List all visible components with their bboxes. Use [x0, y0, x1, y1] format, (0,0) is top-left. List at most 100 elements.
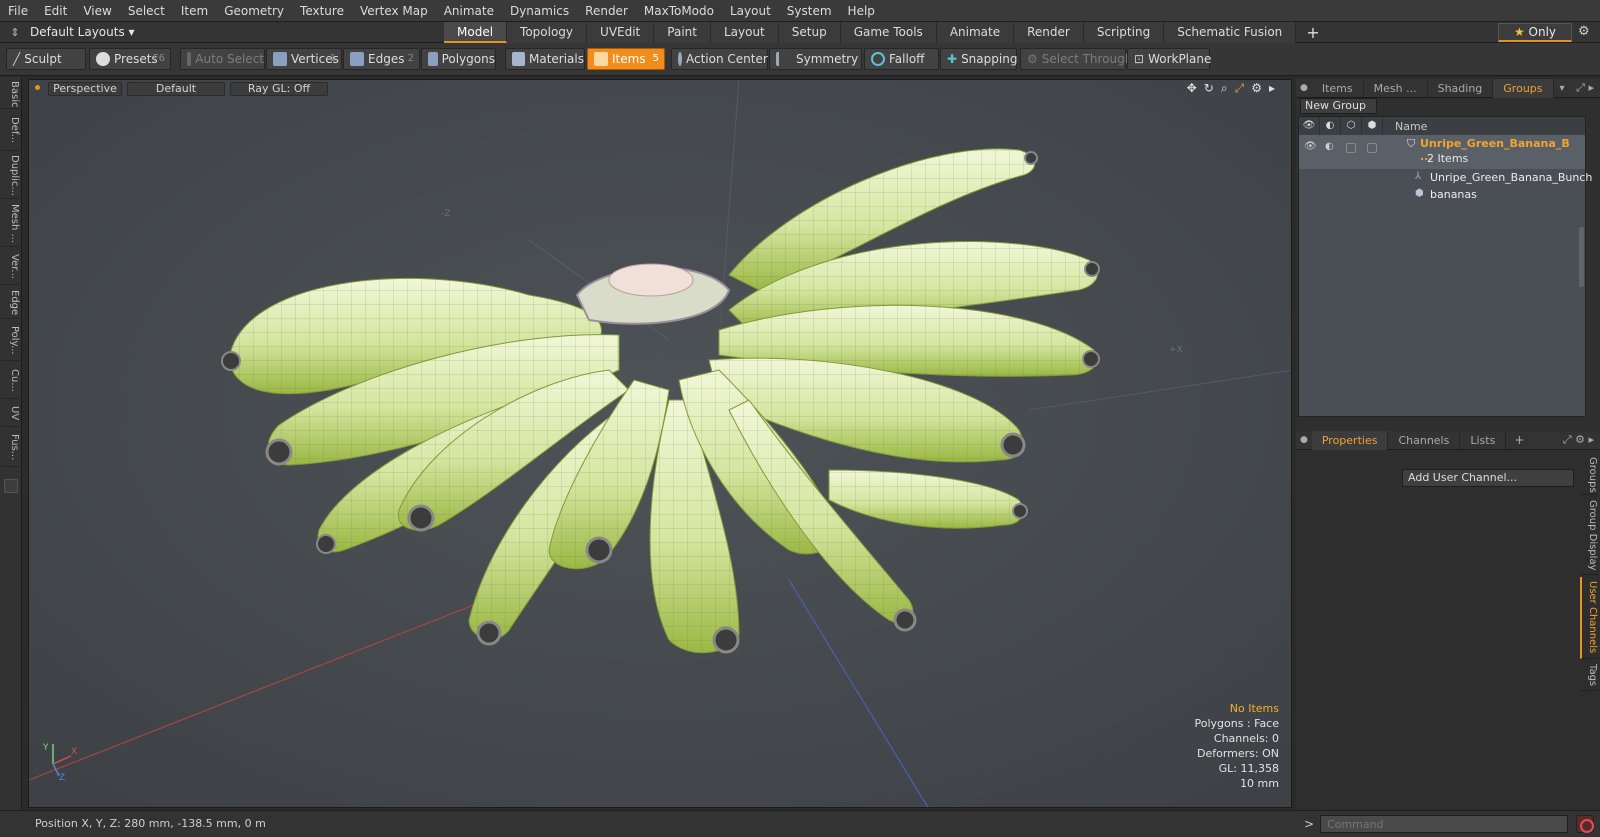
menu-system[interactable]: System: [779, 0, 840, 22]
menu-item[interactable]: Item: [173, 0, 216, 22]
menu-select[interactable]: Select: [120, 0, 173, 22]
left-tab-vertex[interactable]: Ver...: [2, 249, 20, 285]
lock-column-icon[interactable]: ⬡: [1341, 117, 1362, 135]
tab-properties[interactable]: Properties: [1311, 430, 1389, 450]
tab-channels[interactable]: Channels: [1388, 430, 1461, 450]
edges-button[interactable]: Edges 2: [343, 48, 420, 70]
tab-shading[interactable]: Shading: [1428, 78, 1494, 98]
side-tab-tags[interactable]: Tags: [1580, 661, 1598, 691]
command-input[interactable]: [1320, 815, 1568, 833]
workplane-button[interactable]: ⊡ WorkPlane: [1127, 48, 1211, 70]
tab-model[interactable]: Model: [444, 22, 508, 43]
presets-button[interactable]: Presets F6: [89, 48, 171, 70]
panel-menu-icon[interactable]: ●: [1296, 435, 1312, 445]
tab-scripting[interactable]: Scripting: [1083, 22, 1165, 43]
left-tab-polygon[interactable]: Poly...: [2, 321, 20, 361]
left-tab-basic[interactable]: Basic: [2, 81, 20, 109]
tab-game-tools[interactable]: Game Tools: [840, 22, 937, 43]
new-group-button[interactable]: New Group: [1300, 98, 1377, 114]
only-button[interactable]: ★ Only: [1498, 23, 1572, 42]
view-mode-dropdown[interactable]: Perspective: [48, 82, 122, 96]
shading-dropdown[interactable]: Default: [127, 82, 225, 96]
tab-paint[interactable]: Paint: [654, 22, 711, 43]
left-tab-fusion[interactable]: Fus...: [2, 429, 20, 467]
menu-dynamics[interactable]: Dynamics: [502, 0, 577, 22]
menu-vertex-map[interactable]: Vertex Map: [352, 0, 436, 22]
tab-animate[interactable]: Animate: [936, 22, 1015, 43]
select-checkbox[interactable]: [1367, 143, 1377, 153]
expand-panel-button[interactable]: [4, 479, 18, 493]
action-center-button[interactable]: Action Center: [671, 48, 768, 70]
group-row[interactable]: 👁 ◐ ⛉ Unripe_Green_Banana_B ... 2 Items: [1299, 135, 1585, 169]
tab-lists[interactable]: Lists: [1460, 430, 1507, 450]
panel-expand-icon[interactable]: ⤢ ⚙ ▸: [1563, 433, 1594, 447]
menu-help[interactable]: Help: [840, 0, 883, 22]
viewport-settings-icon[interactable]: ⚙: [1251, 81, 1262, 96]
menu-maxtomodo[interactable]: MaxToModo: [636, 0, 722, 22]
left-tab-edge[interactable]: Edge: [2, 287, 20, 319]
menu-file[interactable]: File: [0, 0, 36, 22]
side-tab-groups[interactable]: Groups: [1580, 455, 1598, 495]
tab-topology[interactable]: Topology: [507, 22, 588, 43]
viewport-menu-icon[interactable]: [35, 85, 40, 90]
tab-dropdown-icon[interactable]: ▾: [1554, 83, 1571, 94]
left-tab-deform[interactable]: Def...: [2, 111, 20, 151]
auto-select-button[interactable]: Auto Select: [180, 48, 265, 70]
list-scrollbar[interactable]: [1579, 227, 1584, 287]
tab-items[interactable]: Items: [1312, 78, 1364, 98]
record-macro-button[interactable]: [1576, 815, 1594, 833]
symmetry-button[interactable]: Symmetry: [769, 48, 862, 70]
tab-layout[interactable]: Layout: [710, 22, 779, 43]
select-through-button[interactable]: ⚙ Select Through: [1020, 48, 1132, 70]
polygons-button[interactable]: Polygons: [421, 48, 496, 70]
sculpt-button[interactable]: ╱ Sculpt: [6, 48, 86, 70]
tab-schematic-fusion[interactable]: Schematic Fusion: [1164, 22, 1297, 43]
menu-geometry[interactable]: Geometry: [216, 0, 292, 22]
render-column-icon[interactable]: ◐: [1320, 117, 1341, 135]
gear-icon[interactable]: ⚙: [1578, 24, 1590, 39]
left-tab-uv[interactable]: UV: [2, 401, 20, 427]
menu-texture[interactable]: Texture: [292, 0, 352, 22]
left-tab-duplicate[interactable]: Duplic...: [2, 153, 20, 199]
tab-setup[interactable]: Setup: [778, 22, 841, 43]
layout-selector[interactable]: Default Layouts ▾: [30, 25, 140, 39]
zoom-icon[interactable]: ⌕: [1221, 81, 1228, 96]
visibility-eye-icon[interactable]: 👁: [1304, 141, 1317, 152]
render-toggle-icon[interactable]: ◐: [1325, 141, 1334, 152]
layout-toggle-icon[interactable]: ⇕: [0, 26, 30, 39]
tab-groups[interactable]: Groups: [1493, 78, 1554, 98]
lock-checkbox[interactable]: [1346, 143, 1356, 153]
tab-mesh[interactable]: Mesh ...: [1364, 78, 1428, 98]
viewport-scene[interactable]: -Z +X Y X Z: [29, 80, 1292, 808]
group-member-row[interactable]: ⅄ Unripe_Green_Banana_Bunch: [1299, 170, 1592, 187]
panel-expand-icon[interactable]: ⤢ ▸: [1576, 81, 1594, 95]
add-tab-icon[interactable]: +: [1506, 433, 1532, 447]
visibility-column-icon[interactable]: 👁: [1299, 117, 1320, 135]
menu-layout[interactable]: Layout: [722, 0, 779, 22]
add-user-channel-button[interactable]: Add User Channel...: [1402, 469, 1574, 487]
side-tab-group-display[interactable]: Group Display: [1580, 497, 1598, 575]
rotate-icon[interactable]: ↻: [1204, 81, 1214, 96]
falloff-button[interactable]: Falloff: [864, 48, 939, 70]
3d-viewport[interactable]: -Z +X Y X Z Perspective Default Ray GL: …: [28, 79, 1292, 808]
maximize-icon[interactable]: ⤢: [1235, 81, 1245, 96]
side-tab-user-channels[interactable]: User Channels: [1580, 577, 1598, 659]
panel-menu-icon[interactable]: ●: [1296, 83, 1312, 93]
expand-arrow-icon[interactable]: ▸: [1269, 81, 1275, 96]
menu-render[interactable]: Render: [577, 0, 636, 22]
pan-icon[interactable]: ✥: [1187, 81, 1197, 96]
select-column-icon[interactable]: ⬢: [1362, 117, 1383, 135]
materials-button[interactable]: Materials: [505, 48, 585, 70]
items-button[interactable]: Items 5: [587, 48, 665, 70]
tab-render[interactable]: Render: [1014, 22, 1084, 43]
snapping-button[interactable]: ✚ Snapping: [940, 48, 1017, 70]
vertices-button[interactable]: Vertices 1: [266, 48, 342, 70]
tab-uvedit[interactable]: UVEdit: [587, 22, 655, 43]
add-tab-icon[interactable]: +: [1296, 22, 1329, 43]
left-tab-mesh[interactable]: Mesh ...: [2, 201, 20, 247]
menu-animate[interactable]: Animate: [436, 0, 502, 22]
left-tab-curve[interactable]: Cu...: [2, 363, 20, 399]
group-member-row[interactable]: ⬢ bananas: [1299, 187, 1585, 204]
menu-edit[interactable]: Edit: [36, 0, 75, 22]
raygl-toggle[interactable]: Ray GL: Off: [230, 82, 328, 96]
